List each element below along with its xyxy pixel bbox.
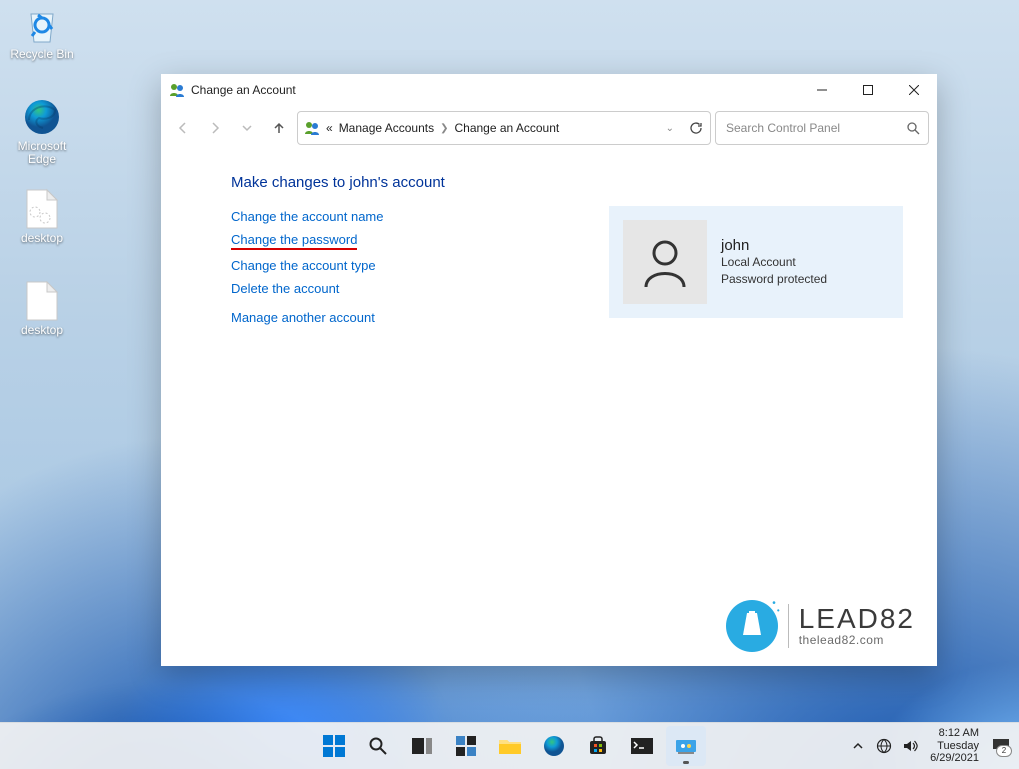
navigation-toolbar: « Manage Accounts ❯ Change an Account ⌄ [161, 106, 937, 150]
window-minimize-button[interactable] [799, 74, 845, 106]
watermark-url: thelead82.com [799, 633, 915, 647]
clock-day: Tuesday [930, 740, 979, 753]
link-change-account-type[interactable]: Change the account type [231, 258, 541, 273]
watermark-brand: LEAD82 [799, 605, 915, 633]
taskbar-clock[interactable]: 8:12 AM Tuesday 6/29/2021 [926, 727, 983, 765]
address-bar[interactable]: « Manage Accounts ❯ Change an Account ⌄ [297, 111, 711, 145]
desktop-icon-desktop-file-2[interactable]: desktop [4, 280, 80, 352]
microsoft-edge-icon [543, 735, 565, 757]
folder-icon [498, 736, 522, 756]
taskbar-edge[interactable] [534, 726, 574, 766]
desktop-icon-label: desktop [21, 324, 63, 337]
user-avatar [623, 220, 707, 304]
desktop-icon-desktop-file-1[interactable]: desktop [4, 188, 80, 260]
recycle-bin-icon [21, 4, 63, 46]
start-button[interactable] [314, 726, 354, 766]
windows-logo-icon [323, 735, 345, 757]
desktop-icon-microsoft-edge[interactable]: Microsoft Edge [4, 96, 80, 168]
terminal-icon [631, 738, 653, 754]
taskbar-control-panel[interactable] [666, 726, 706, 766]
user-password-status: Password protected [721, 271, 827, 287]
breadcrumb-item[interactable]: Manage Accounts [339, 121, 434, 135]
taskbar-taskview[interactable] [402, 726, 442, 766]
content-area: Make changes to john's account Change th… [161, 150, 937, 666]
desktop-icon-recycle-bin[interactable]: Recycle Bin [4, 4, 80, 76]
file-icon [21, 188, 63, 230]
nav-recent-dropdown[interactable] [233, 114, 261, 142]
link-delete-account[interactable]: Delete the account [231, 281, 541, 296]
search-icon [368, 736, 388, 756]
link-change-account-name[interactable]: Change the account name [231, 209, 541, 224]
control-panel-icon [675, 737, 697, 755]
network-icon[interactable] [874, 736, 894, 756]
user-accounts-icon [169, 82, 185, 98]
desktop-icon-label: Microsoft Edge [18, 140, 67, 166]
nav-forward-button[interactable] [201, 114, 229, 142]
page-heading: Make changes to john's account [231, 174, 541, 191]
nav-back-button[interactable] [169, 114, 197, 142]
taskview-icon [411, 737, 433, 755]
widgets-icon [455, 735, 477, 757]
user-account-card[interactable]: john Local Account Password protected [609, 206, 903, 318]
taskbar: 8:12 AM Tuesday 6/29/2021 2 [0, 722, 1019, 769]
breadcrumb-prefix: « [326, 121, 333, 135]
window-maximize-button[interactable] [845, 74, 891, 106]
link-change-password[interactable]: Change the password [231, 232, 357, 250]
clock-time: 8:12 AM [930, 727, 979, 740]
chevron-down-icon[interactable]: ⌄ [666, 123, 674, 134]
system-tray: 8:12 AM Tuesday 6/29/2021 2 [848, 727, 1013, 765]
control-panel-window: Change an Account [161, 74, 937, 666]
lead82-logo-icon: • • [726, 600, 778, 652]
file-icon [21, 280, 63, 322]
search-input[interactable] [724, 120, 906, 136]
volume-icon[interactable] [900, 736, 920, 756]
link-manage-another-account[interactable]: Manage another account [231, 310, 541, 325]
desktop-icon-label: desktop [21, 232, 63, 245]
window-title: Change an Account [191, 83, 296, 97]
taskbar-file-explorer[interactable] [490, 726, 530, 766]
taskbar-store[interactable] [578, 726, 618, 766]
nav-up-button[interactable] [265, 114, 293, 142]
tray-overflow-button[interactable] [848, 736, 868, 756]
microsoft-store-icon [588, 736, 608, 756]
breadcrumb-item[interactable]: Change an Account [454, 121, 559, 135]
user-accounts-icon [304, 120, 320, 136]
desktop-icon-label: Recycle Bin [10, 48, 73, 61]
microsoft-edge-icon [21, 96, 63, 138]
taskbar-widgets[interactable] [446, 726, 486, 766]
refresh-button[interactable] [688, 120, 704, 136]
user-account-type: Local Account [721, 254, 827, 270]
watermark: • • LEAD82 thelead82.com [726, 600, 915, 652]
clock-date: 6/29/2021 [930, 752, 979, 765]
window-close-button[interactable] [891, 74, 937, 106]
search-box[interactable] [715, 111, 929, 145]
window-titlebar[interactable]: Change an Account [161, 74, 937, 106]
user-name: john [721, 237, 827, 254]
notification-center-button[interactable]: 2 [989, 734, 1013, 758]
taskbar-terminal[interactable] [622, 726, 662, 766]
chevron-right-icon: ❯ [440, 123, 448, 134]
notification-badge: 2 [996, 745, 1012, 757]
taskbar-search[interactable] [358, 726, 398, 766]
search-icon [906, 121, 920, 135]
